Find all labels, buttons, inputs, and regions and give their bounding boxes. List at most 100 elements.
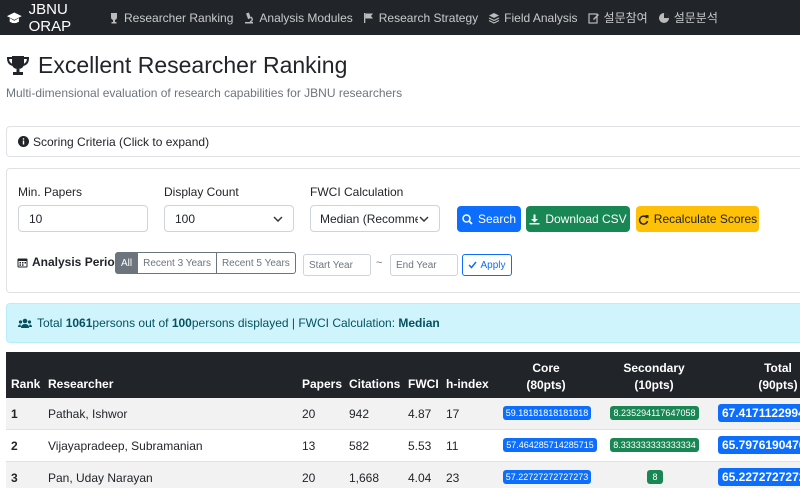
table-row[interactable]: 2 Vijayapradeep, Subramanian 13 582 5.53… (6, 430, 800, 462)
brand-label: JBNU ORAP (28, 0, 72, 35)
fwci-calculation-label: FWCI Calculation (310, 185, 404, 199)
page-title-text: Excellent Researcher Ranking (38, 52, 348, 78)
min-papers-value: 10 (29, 211, 43, 226)
col-secondary-points: (10pts) (634, 378, 674, 392)
summary-text: persons out of (92, 316, 169, 330)
col-core-points: (80pts) (526, 378, 566, 392)
papers-cell: 20 (302, 471, 316, 485)
analysis-period-text: Analysis Period (32, 255, 123, 269)
displayed-count: 100 (171, 316, 192, 330)
nav-label: Research Strategy (378, 10, 479, 25)
table-row[interactable]: 3 Pan, Uday Narayan 20 1,668 4.04 23 57.… (6, 462, 800, 488)
core-score-badge: 57.464285714285715 (503, 438, 597, 452)
recalculate-scores-label: Recalculate Scores (653, 212, 758, 226)
trophy-icon (6, 55, 30, 75)
col-researcher[interactable]: Researcher (48, 377, 113, 391)
nav-research-strategy[interactable]: Research Strategy (363, 11, 478, 25)
nav-label: Analysis Modules (259, 10, 353, 25)
summary-text: persons displayed | FWCI Calculation: (191, 316, 396, 330)
info-circle-icon (18, 136, 29, 147)
search-button-label: Search (477, 212, 517, 226)
nav-survey-participate[interactable]: 설문참여 (587, 9, 648, 26)
display-count-select[interactable]: 100 (164, 205, 294, 232)
col-secondary[interactable]: Secondary (10pts) (614, 361, 694, 392)
search-icon (462, 213, 473, 225)
check-icon (468, 261, 478, 269)
ranking-table: Rank Researcher Papers Citations FWCI h-… (6, 352, 800, 488)
col-total-title: Total (764, 361, 792, 375)
period-5-years-button[interactable]: Recent 5 Years (216, 252, 296, 274)
fwci-method: Median (398, 316, 440, 330)
fwci-cell: 4.04 (408, 471, 432, 485)
fwci-cell: 5.53 (408, 439, 432, 453)
min-papers-label: Min. Papers (18, 185, 83, 199)
chevron-down-icon (419, 215, 429, 222)
nav-analysis-modules[interactable]: Analysis Modules (243, 10, 353, 25)
col-papers[interactable]: Papers (302, 377, 342, 391)
summary-alert: Total 1061 persons out of 100 persons disp… (6, 303, 800, 343)
download-csv-label: Download CSV (545, 212, 627, 226)
brand-link[interactable]: JBNU ORAP (0, 1, 108, 35)
display-count-value: 100 (175, 211, 196, 226)
apply-label: Apply (480, 259, 506, 271)
total-score-badge: 67.41711229946524 (718, 404, 800, 422)
fwci-cell: 4.87 (408, 407, 432, 421)
col-h-index[interactable]: h-index (446, 377, 489, 391)
h-index-cell: 23 (446, 471, 460, 485)
nav-label: Field Analysis (504, 10, 578, 25)
start-year-input[interactable]: Start Year (303, 254, 371, 276)
recalculate-scores-button[interactable]: Recalculate Scores (636, 206, 759, 232)
period-3-years-button[interactable]: Recent 3 Years (138, 252, 217, 274)
page-title: Excellent Researcher Ranking (6, 52, 347, 79)
analysis-period-label: Analysis Period (17, 255, 122, 269)
researcher-name[interactable]: Pan, Uday Narayan (48, 471, 153, 485)
nav-label: 설문참여 (603, 11, 648, 25)
min-papers-input[interactable]: 10 (18, 205, 148, 232)
nav-researcher-ranking[interactable]: Researcher Ranking (108, 11, 233, 25)
table-header: Rank Researcher Papers Citations FWCI h-… (6, 352, 800, 398)
download-csv-button[interactable]: Download CSV (526, 206, 630, 232)
nav-survey-analysis[interactable]: 설문분석 (658, 9, 718, 26)
col-rank[interactable]: Rank (11, 377, 40, 391)
secondary-score-badge: 8.235294117647058 (610, 406, 699, 420)
col-core[interactable]: Core (80pts) (506, 361, 586, 392)
period-all-button[interactable]: All (115, 252, 139, 274)
chevron-down-icon (273, 215, 283, 222)
end-year-input[interactable]: End Year (390, 254, 458, 276)
search-button[interactable]: Search (457, 206, 521, 232)
filter-panel: Min. Papers 10 Display Count 100 FWCI Ca… (6, 168, 800, 293)
flag-icon (363, 12, 373, 23)
col-total[interactable]: Total (90pts) (750, 361, 800, 392)
nav-field-analysis[interactable]: Field Analysis (488, 10, 578, 25)
total-count: 1061 (65, 316, 93, 330)
col-citations[interactable]: Citations (349, 377, 400, 391)
trophy-icon (111, 12, 117, 23)
researcher-name[interactable]: Vijayapradeep, Subramanian (48, 439, 203, 453)
pie-chart-icon (658, 12, 669, 23)
total-score-badge: 65.22727272727273 (718, 468, 800, 486)
h-index-cell: 11 (446, 439, 459, 453)
citations-cell: 1,668 (349, 471, 380, 485)
col-secondary-title: Secondary (623, 361, 685, 375)
nav-label: Researcher Ranking (124, 10, 234, 25)
graduation-cap-icon (6, 11, 22, 23)
scoring-criteria-toggle[interactable]: Scoring Criteria (Click to expand) (6, 126, 800, 157)
researcher-name[interactable]: Pathak, Ishwor (48, 407, 127, 421)
layers-icon (488, 12, 500, 24)
table-row[interactable]: 1 Pathak, Ishwor 20 942 4.87 17 59.18181… (6, 398, 800, 430)
apply-button[interactable]: Apply (462, 254, 512, 276)
secondary-score-badge: 8 (647, 470, 663, 484)
papers-cell: 20 (302, 407, 316, 421)
refresh-icon (638, 214, 649, 225)
fwci-calculation-select[interactable]: Median (Recommen (310, 205, 440, 232)
scoring-criteria-label: Scoring Criteria (Click to expand) (33, 134, 210, 149)
rank-cell: 1 (11, 407, 18, 421)
display-count-label: Display Count (164, 185, 239, 199)
col-total-points: (90pts) (758, 378, 798, 392)
nav-label: 설문분석 (673, 11, 718, 25)
total-score-badge: 65.79761904761905 (718, 436, 800, 454)
summary-text: Total (37, 316, 63, 330)
col-fwci[interactable]: FWCI (408, 377, 439, 391)
top-navbar: JBNU ORAP Researcher Ranking Analysis Mo… (0, 0, 800, 35)
edit-icon (587, 12, 599, 24)
